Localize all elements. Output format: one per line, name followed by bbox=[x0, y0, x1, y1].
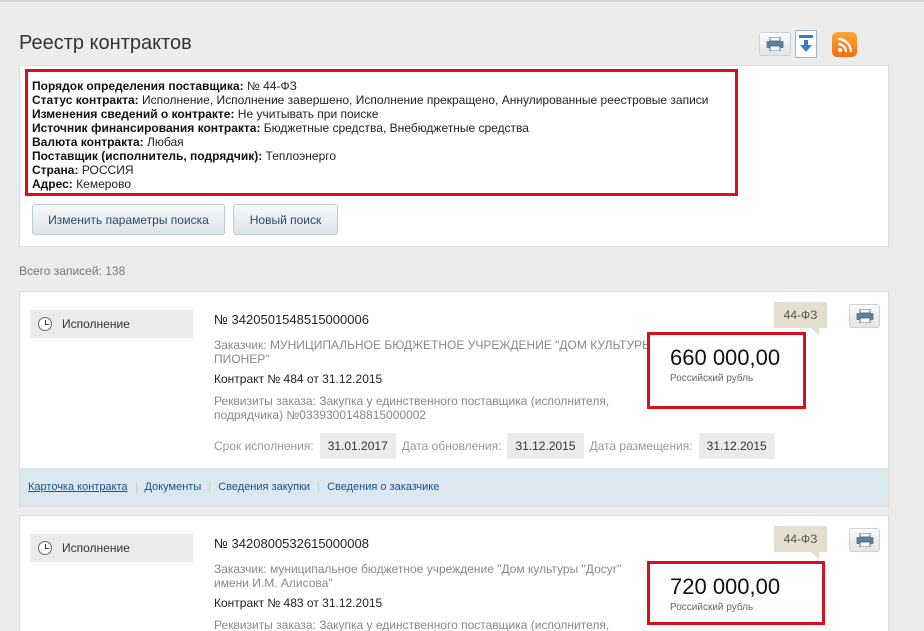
contract-info: Контракт № 483 от 31.12.2015 bbox=[214, 596, 383, 610]
price-amount: 660 000,00 bbox=[670, 345, 781, 370]
param-row: Поставщик (исполнитель, подрядчик): Тепл… bbox=[32, 149, 337, 163]
law-tag: 44-ФЗ bbox=[774, 302, 827, 335]
print-icon bbox=[856, 533, 873, 547]
card-print-button[interactable] bbox=[849, 304, 880, 328]
param-row: Источник финансирования контракта: Бюдже… bbox=[32, 121, 529, 135]
param-row: Адрес: Кемерово bbox=[32, 177, 132, 191]
rss-icon bbox=[837, 37, 852, 52]
page-title: Реестр контрактов bbox=[19, 32, 192, 54]
customer-line: Заказчик: МУНИЦИПАЛЬНОЕ БЮДЖЕТНОЕ УЧРЕЖД… bbox=[214, 338, 653, 366]
posted-label: Дата размещения: bbox=[589, 439, 693, 453]
customer-line: Заказчик: муниципальное бюджетное учрежд… bbox=[214, 562, 622, 590]
order-details: Реквизиты заказа: Закупка у единственног… bbox=[214, 394, 610, 422]
status-badge: Исполнение bbox=[30, 310, 193, 338]
param-row: Валюта контракта: Любая bbox=[32, 135, 184, 149]
param-row: Страна: РОССИЯ bbox=[32, 163, 134, 177]
download-button[interactable] bbox=[795, 30, 817, 58]
contract-number[interactable]: № 3420501548515000006 bbox=[214, 312, 369, 327]
card-links: Карточка контракта Документы Сведения за… bbox=[20, 468, 888, 506]
price-currency: Российский рубль bbox=[670, 373, 754, 384]
updated-value: 31.12.2015 bbox=[507, 433, 584, 459]
clock-icon bbox=[38, 541, 52, 555]
param-row: Изменения сведений о контракте: Не учиты… bbox=[32, 107, 379, 121]
updated-label: Дата обновления: bbox=[401, 439, 502, 453]
law-tag: 44-ФЗ bbox=[774, 526, 827, 559]
param-row: Статус контракта: Исполнение, Исполнение… bbox=[32, 93, 709, 107]
link-customer-info[interactable]: Сведения о заказчике bbox=[318, 481, 447, 493]
contract-info: Контракт № 484 от 31.12.2015 bbox=[214, 372, 383, 386]
order-details: Реквизиты заказа: Закупка у единственног… bbox=[214, 618, 610, 631]
dates-row: Срок исполнения: 31.01.2017 Дата обновле… bbox=[214, 433, 781, 459]
total-records: Всего записей: 138 bbox=[19, 264, 126, 278]
status-label: Исполнение bbox=[62, 317, 130, 331]
search-params-list: Порядок определения поставщика: № 44-ФЗ … bbox=[32, 79, 709, 191]
change-search-params-button[interactable]: Изменить параметры поиска bbox=[32, 204, 225, 235]
link-contract-card[interactable]: Карточка контракта bbox=[28, 481, 136, 493]
term-value: 31.01.2017 bbox=[319, 433, 396, 459]
price-highlight: 720 000,00 Российский рубль bbox=[647, 561, 825, 625]
price-highlight: 660 000,00 Российский рубль bbox=[647, 332, 806, 409]
term-label: Срок исполнения: bbox=[214, 439, 314, 453]
link-purchase-info[interactable]: Сведения закупки bbox=[209, 481, 318, 493]
print-button[interactable] bbox=[759, 32, 791, 56]
price-amount: 720 000,00 bbox=[670, 574, 781, 599]
print-icon bbox=[856, 309, 873, 323]
posted-value: 31.12.2015 bbox=[698, 433, 775, 459]
contract-number[interactable]: № 3420800532615000008 bbox=[214, 536, 369, 551]
print-icon bbox=[766, 37, 784, 51]
top-divider bbox=[0, 0, 924, 2]
new-search-button[interactable]: Новый поиск bbox=[233, 204, 338, 235]
card-print-button[interactable] bbox=[849, 528, 880, 552]
contract-card: Исполнение № 3420501548515000006 Заказчи… bbox=[19, 291, 889, 507]
contract-card: Исполнение № 3420800532615000008 Заказчи… bbox=[19, 515, 889, 631]
status-badge: Исполнение bbox=[30, 534, 193, 562]
price-currency: Российский рубль bbox=[670, 602, 754, 613]
link-documents[interactable]: Документы bbox=[135, 481, 210, 493]
param-row: Порядок определения поставщика: № 44-ФЗ bbox=[32, 79, 297, 93]
rss-button[interactable] bbox=[832, 32, 857, 57]
clock-icon bbox=[38, 317, 52, 331]
download-icon bbox=[799, 35, 813, 52]
status-label: Исполнение bbox=[62, 541, 130, 555]
